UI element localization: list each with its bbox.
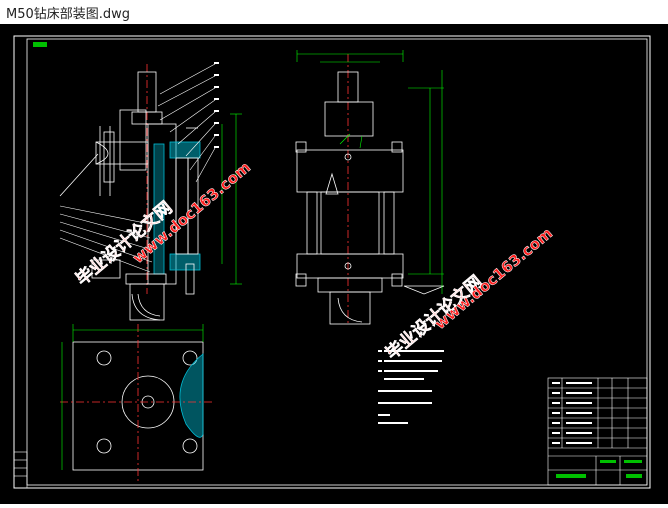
cad-drawing: 毕业设计论文网 www.doc163.com 毕业设计论文网 www.doc16… <box>0 24 668 504</box>
cad-drawing-canvas[interactable]: 毕业设计论文网 www.doc163.com 毕业设计论文网 www.doc16… <box>0 24 668 504</box>
title-bar: M50钻床部装图.dwg <box>0 0 668 25</box>
frame-mark <box>33 42 47 47</box>
window-title: M50钻床部装图.dwg <box>6 7 131 22</box>
